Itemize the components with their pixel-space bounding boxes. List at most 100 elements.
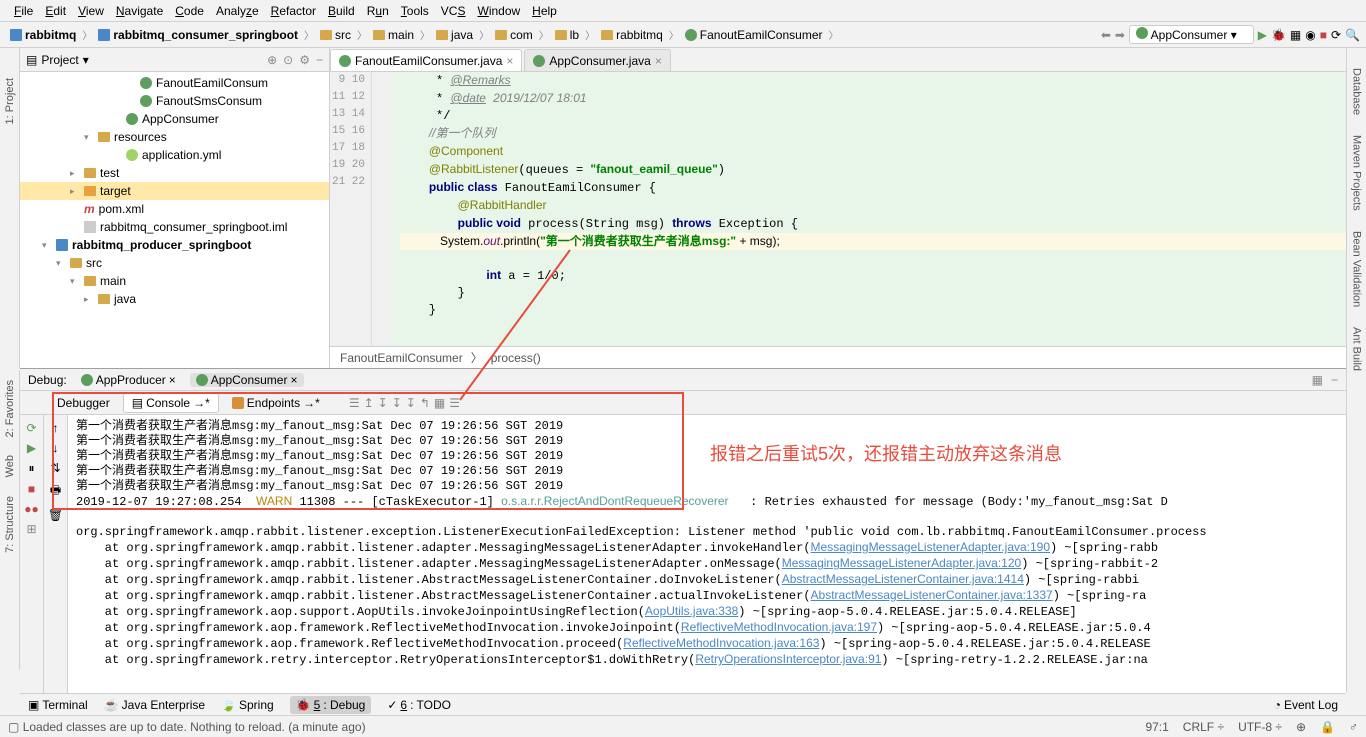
- code-content[interactable]: * @Remarks * @date 2019/12/07 18:01 */ /…: [392, 72, 1366, 346]
- menu-tools[interactable]: Tools: [395, 4, 435, 18]
- tree-item-rabbitmq_consumer_springboot.iml[interactable]: rabbitmq_consumer_springboot.iml: [20, 218, 329, 236]
- tool-favorites[interactable]: 2: Favorites: [4, 380, 16, 437]
- step-icon6[interactable]: ↰: [420, 396, 430, 410]
- menu-build[interactable]: Build: [322, 4, 361, 18]
- lock-icon[interactable]: 🔒: [1320, 720, 1335, 734]
- menu-view[interactable]: View: [72, 4, 110, 18]
- locate-icon[interactable]: ⊙: [283, 53, 293, 67]
- pause-icon[interactable]: ⏸: [28, 461, 34, 476]
- stop-button[interactable]: ■: [1320, 28, 1327, 42]
- breadcrumb-rabbitmq[interactable]: rabbitmq: [597, 28, 667, 42]
- tool-maven[interactable]: Maven Projects: [1351, 135, 1363, 211]
- tool-ant[interactable]: Ant Build: [1351, 327, 1363, 371]
- menu-file[interactable]: File: [8, 4, 39, 18]
- tree-item-AppConsumer[interactable]: AppConsumer: [20, 110, 329, 128]
- close-tab-icon[interactable]: ×: [506, 54, 513, 68]
- tree-item-rabbitmq_producer_springboot[interactable]: ▾rabbitmq_producer_springboot: [20, 236, 329, 254]
- tree-item-application.yml[interactable]: application.yml: [20, 146, 329, 164]
- breadcrumb-com[interactable]: com: [491, 28, 537, 42]
- indicator-1[interactable]: ⊕: [1296, 720, 1306, 734]
- tree-item-resources[interactable]: ▾resources: [20, 128, 329, 146]
- menu-analyze[interactable]: Analyze: [210, 4, 265, 18]
- menu-navigate[interactable]: Navigate: [110, 4, 169, 18]
- tool-structure[interactable]: 7: Structure: [4, 496, 16, 553]
- menu-run[interactable]: Run: [361, 4, 395, 18]
- project-tree[interactable]: FanoutEamilConsumFanoutSmsConsumAppConsu…: [20, 72, 329, 368]
- tree-item-FanoutEamilConsum[interactable]: FanoutEamilConsum: [20, 74, 329, 92]
- breadcrumb-FanoutEamilConsumer[interactable]: FanoutEamilConsumer: [681, 28, 827, 42]
- tool-debug[interactable]: 🐞 5: Debug: [290, 696, 372, 714]
- tool-project[interactable]: 1: Project: [4, 78, 16, 124]
- breadcrumb-main[interactable]: main: [369, 28, 418, 42]
- breadcrumb-rabbitmq[interactable]: rabbitmq: [6, 28, 80, 42]
- back-icon[interactable]: ⬅: [1101, 28, 1111, 42]
- down-icon[interactable]: ↓: [53, 441, 59, 455]
- rerun-icon[interactable]: ⟳: [26, 421, 36, 435]
- event-log[interactable]: ◔ Event Log: [1274, 698, 1338, 712]
- layout-icon2[interactable]: ⊞: [26, 522, 36, 536]
- tree-item-test[interactable]: ▸test: [20, 164, 329, 182]
- run-config-dropdown[interactable]: AppConsumer ▾: [1129, 25, 1254, 44]
- breadcrumb-lb[interactable]: lb: [551, 28, 583, 42]
- editor-tab-AppConsumer.java[interactable]: AppConsumer.java ×: [524, 49, 670, 71]
- hide-icon[interactable]: −: [316, 53, 323, 67]
- search-icon[interactable]: 🔍: [1345, 28, 1360, 42]
- step-icon8[interactable]: ☰: [449, 396, 460, 410]
- tree-item-java[interactable]: ▸java: [20, 290, 329, 308]
- debug-tab-consumer[interactable]: AppConsumer ×: [190, 373, 304, 387]
- editor-body[interactable]: 9 10 11 12 13 14 15 16 17 18 19 20 21 22…: [330, 72, 1366, 346]
- breadcrumb-rabbitmq_consumer_springboot[interactable]: rabbitmq_consumer_springboot: [94, 28, 302, 42]
- subtab-console[interactable]: ▤ Console →*: [123, 393, 219, 413]
- tree-item-main[interactable]: ▾main: [20, 272, 329, 290]
- subtab-debugger[interactable]: Debugger: [48, 393, 119, 413]
- step-icon2[interactable]: ↥: [364, 396, 374, 410]
- indicator-2[interactable]: ♂: [1349, 720, 1358, 734]
- stop-icon[interactable]: ■: [28, 482, 35, 496]
- up-icon[interactable]: ↑: [53, 421, 59, 435]
- coverage-button[interactable]: ▦: [1290, 28, 1301, 42]
- close-tab-icon[interactable]: ×: [655, 54, 662, 68]
- update-button[interactable]: ⟳: [1331, 28, 1341, 42]
- tool-java-ee[interactable]: ☕ Java Enterprise: [104, 696, 205, 714]
- crumb-class[interactable]: FanoutEamilConsumer: [340, 351, 463, 365]
- tool-terminal[interactable]: ▣ Terminal: [28, 696, 88, 714]
- wrap-icon[interactable]: ⇅: [50, 461, 60, 475]
- tree-item-pom.xml[interactable]: mpom.xml: [20, 200, 329, 218]
- tree-item-target[interactable]: ▸target: [20, 182, 329, 200]
- step-icon3[interactable]: ↧: [378, 396, 388, 410]
- tool-bean[interactable]: Bean Validation: [1351, 231, 1363, 307]
- step-icon[interactable]: ☰: [349, 396, 360, 410]
- step-icon7[interactable]: ▦: [434, 396, 445, 410]
- menu-window[interactable]: Window: [471, 4, 526, 18]
- forward-icon[interactable]: ➡: [1115, 28, 1125, 42]
- crumb-method[interactable]: process(): [491, 351, 541, 365]
- step-icon4[interactable]: ↧: [392, 396, 402, 410]
- breadcrumb-src[interactable]: src: [316, 28, 355, 42]
- tree-item-FanoutSmsConsum[interactable]: FanoutSmsConsum: [20, 92, 329, 110]
- resume-icon[interactable]: ▶: [27, 441, 36, 455]
- tool-database[interactable]: Database: [1351, 68, 1363, 115]
- settings-icon[interactable]: ⚙: [299, 53, 310, 67]
- subtab-endpoints[interactable]: Endpoints →*: [223, 393, 329, 413]
- layout-icon[interactable]: ▦: [1312, 373, 1323, 387]
- debug-button[interactable]: 🐞: [1271, 28, 1286, 42]
- menu-code[interactable]: Code: [169, 4, 210, 18]
- run-button[interactable]: ▶: [1258, 28, 1267, 42]
- print-icon[interactable]: 🖶: [50, 481, 61, 502]
- tool-web[interactable]: Web: [4, 455, 16, 477]
- line-separator[interactable]: CRLF ÷: [1183, 720, 1224, 734]
- tool-spring[interactable]: 🍃 Spring: [221, 696, 274, 714]
- hide-debug-icon[interactable]: −: [1331, 373, 1338, 387]
- debug-tab-producer[interactable]: AppProducer ×: [75, 373, 182, 387]
- collapse-icon[interactable]: ⊕: [267, 53, 277, 67]
- breakpoints-icon[interactable]: ●●: [24, 502, 39, 516]
- console-output[interactable]: 第一个消费者获取生产者消息msg:my_fanout_msg:Sat Dec 0…: [68, 415, 1346, 693]
- menu-refactor[interactable]: Refactor: [265, 4, 322, 18]
- tree-item-src[interactable]: ▾src: [20, 254, 329, 272]
- breadcrumb-java[interactable]: java: [432, 28, 477, 42]
- tool-todo[interactable]: ✓ 6: TODO: [387, 696, 451, 714]
- menu-vcs[interactable]: VCS: [435, 4, 472, 18]
- profile-button[interactable]: ◉: [1305, 28, 1315, 42]
- step-icon5[interactable]: ↧: [406, 396, 416, 410]
- clear-icon[interactable]: 🗑: [48, 508, 63, 522]
